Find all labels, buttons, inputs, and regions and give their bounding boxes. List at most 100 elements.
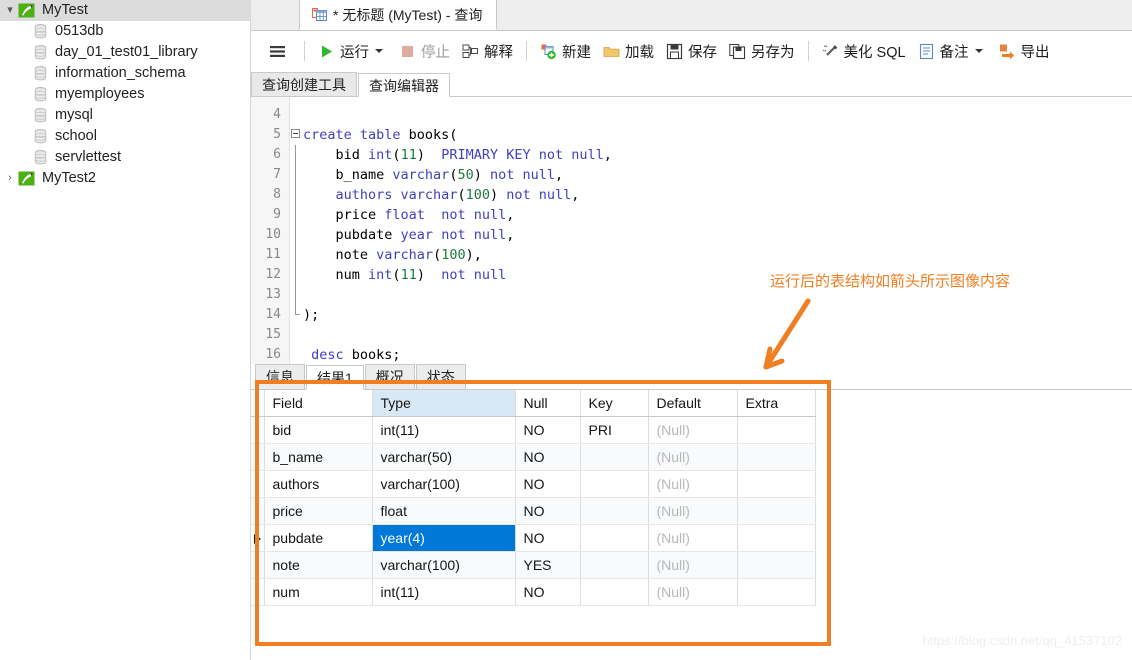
save-button[interactable]: 保存 [660,37,723,65]
cell-type[interactable]: varchar(100) [372,470,516,498]
editor-mode-tabs[interactable]: 查询创建工具 查询编辑器 [251,71,1132,97]
fold-toggle-icon[interactable] [289,125,303,145]
table-row[interactable]: authors varchar(100) NO (Null) [251,470,816,498]
tree-node-information-schema[interactable]: information_schema [0,63,250,84]
cell-null[interactable]: YES [515,551,581,579]
cell-field[interactable]: note [264,551,373,579]
code-line[interactable]: 10 pubdate year not null, [251,225,1132,245]
sql-code-area[interactable]: 4 5 create table books(6 bid int(11) PRIMA… [251,105,1132,364]
cell-extra[interactable] [737,551,816,579]
new-query-button[interactable]: 新建 [534,37,597,65]
tree-node-mytest[interactable]: ▾ MyTest [0,0,250,21]
row-marker[interactable] [251,470,265,498]
cell-null[interactable]: NO [515,470,581,498]
code-line[interactable]: 15 [251,325,1132,345]
code-line[interactable]: 11 note varchar(100), [251,245,1132,265]
tree-node-day-01-test01-library[interactable]: day_01_test01_library [0,42,250,63]
tree-node-school[interactable]: school [0,126,250,147]
editor-tab-1[interactable]: 查询编辑器 [358,73,450,97]
document-tab-query[interactable]: * 无标题 (MyTest) - 查询 [299,0,498,30]
cell-type[interactable]: varchar(50) [372,443,516,471]
chevron-down-icon[interactable]: ▾ [2,5,18,16]
table-row[interactable]: num int(11) NO (Null) [251,578,816,606]
cell-extra[interactable] [737,578,816,606]
result-tab-0[interactable]: 信息 [255,364,305,389]
code-line[interactable]: 5 create table books( [251,125,1132,145]
cell-key[interactable] [580,497,649,525]
tree-node-myemployees[interactable]: myemployees [0,84,250,105]
note-button[interactable]: 备注 [912,37,993,65]
cell-default[interactable]: (Null) [648,551,738,579]
row-marker[interactable] [251,578,265,606]
result-tab-3[interactable]: 状态 [415,364,466,389]
save-as-button[interactable]: 另存为 [723,37,801,65]
editor-tab-0[interactable]: 查询创建工具 [251,72,357,96]
cell-default[interactable]: (Null) [648,416,738,444]
run-dropdown-caret-icon[interactable] [375,49,383,53]
table-row[interactable]: note varchar(100) YES (Null) [251,551,816,579]
sql-editor[interactable]: 4 5 create table books(6 bid int(11) PRIMA… [251,97,1132,364]
cell-key[interactable] [580,470,649,498]
result-tab-1[interactable]: 结果1 [306,365,364,390]
document-tabstrip[interactable]: * 无标题 (MyTest) - 查询 [251,0,1132,31]
cell-extra[interactable] [737,416,816,444]
cell-type[interactable]: int(11) [372,578,516,606]
cell-null[interactable]: NO [515,416,581,444]
tree-node-servlettest[interactable]: servlettest [0,147,250,168]
cell-null[interactable]: NO [515,497,581,525]
table-row[interactable]: price float NO (Null) [251,497,816,525]
code-line[interactable]: 7 b_name varchar(50) not null, [251,165,1132,185]
beautify-sql-button[interactable]: 美化 SQL [816,37,912,65]
cell-field[interactable]: num [264,578,373,606]
cell-key[interactable] [580,551,649,579]
load-button[interactable]: 加载 [597,37,660,65]
cell-default[interactable]: (Null) [648,497,738,525]
tree-node-mysql[interactable]: mysql [0,105,250,126]
column-header-extra[interactable]: Extra [737,390,816,417]
cell-field[interactable]: bid [264,416,373,444]
result-grid[interactable]: Field Type Null Key Default Extra bid int(11) NO… [251,390,816,606]
chevron-right-icon[interactable]: › [2,173,18,184]
code-line[interactable]: 9 price float not null, [251,205,1132,225]
cell-extra[interactable] [737,497,816,525]
cell-extra[interactable] [737,470,816,498]
cell-field[interactable]: b_name [264,443,373,471]
result-tabs[interactable]: 信息 结果1 概况 状态 [251,364,1132,390]
cell-extra[interactable] [737,443,816,471]
cell-default[interactable]: (Null) [648,524,738,552]
cell-null[interactable]: NO [515,578,581,606]
run-button[interactable]: 运行 [312,37,393,65]
cell-type[interactable]: year(4) [372,524,516,552]
cell-default[interactable]: (Null) [648,470,738,498]
cell-field[interactable]: authors [264,470,373,498]
cell-key[interactable] [580,443,649,471]
code-line[interactable]: 6 bid int(11) PRIMARY KEY not null, [251,145,1132,165]
table-row[interactable]: pubdate year(4) NO (Null) [251,524,816,552]
column-header-type[interactable]: Type [372,390,516,417]
table-row[interactable]: b_name varchar(50) NO (Null) [251,443,816,471]
tree-node-mytest2[interactable]: › MyTest2 [0,168,250,189]
tree-node-0513db[interactable]: 0513db [0,21,250,42]
connection-tree-sidebar[interactable]: ▾ MyTest 0513db day_01_test01_library inform… [0,0,251,660]
cell-default[interactable]: (Null) [648,443,738,471]
hamburger-menu-button[interactable] [263,37,297,65]
column-header-default[interactable]: Default [648,390,738,417]
export-button[interactable]: 导出 [993,37,1056,65]
cell-type[interactable]: varchar(100) [372,551,516,579]
code-line[interactable]: 4 [251,105,1132,125]
current-row-marker[interactable] [251,524,265,552]
explain-button[interactable]: 解释 [456,37,519,65]
cell-null[interactable]: NO [515,443,581,471]
cell-extra[interactable] [737,524,816,552]
row-marker[interactable] [251,443,265,471]
code-line[interactable]: 14); [251,305,1132,325]
column-header-null[interactable]: Null [515,390,581,417]
row-marker[interactable] [251,551,265,579]
cell-key[interactable] [580,578,649,606]
cell-key[interactable] [580,524,649,552]
row-marker[interactable] [251,416,265,444]
cell-type[interactable]: int(11) [372,416,516,444]
cell-default[interactable]: (Null) [648,578,738,606]
cell-field[interactable]: price [264,497,373,525]
result-tab-2[interactable]: 概况 [364,364,415,389]
